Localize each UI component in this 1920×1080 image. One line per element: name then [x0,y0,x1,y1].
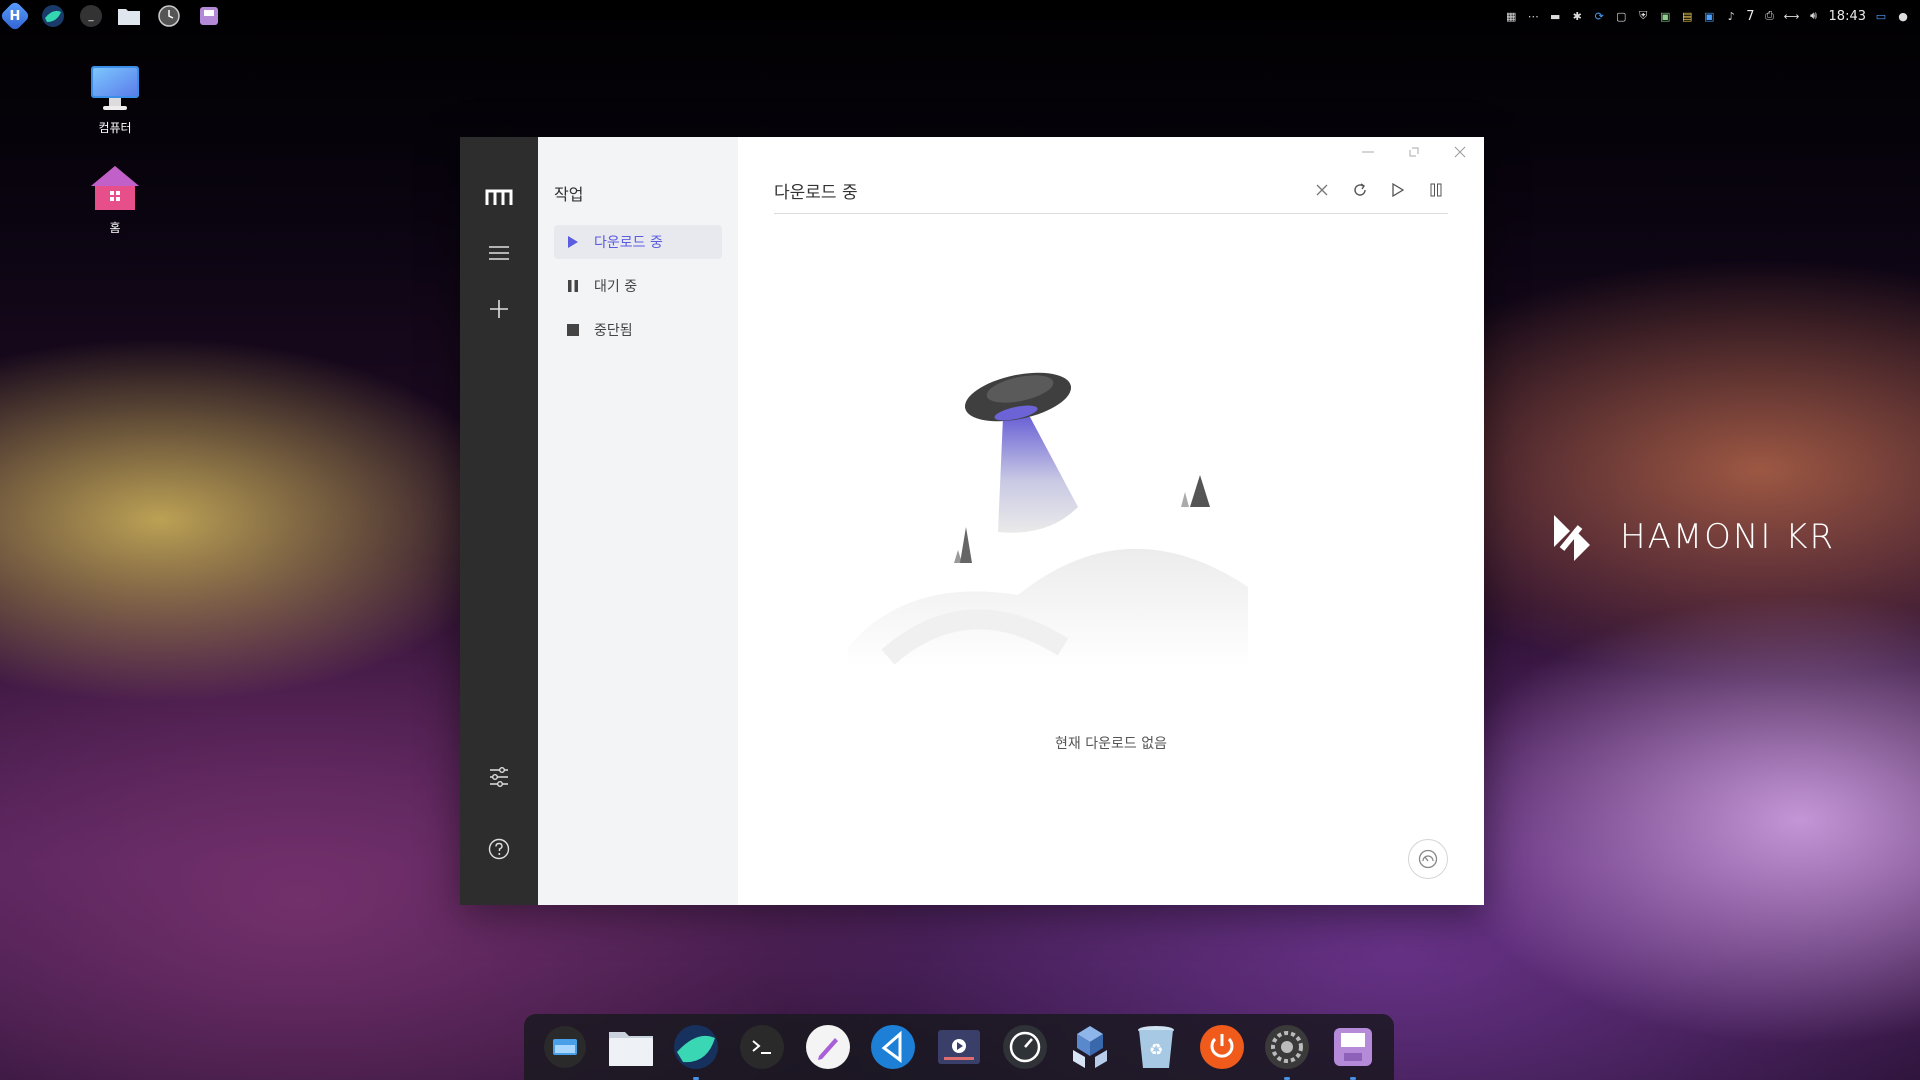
app-logo-icon [479,177,519,217]
whale-browser-icon[interactable] [40,3,66,29]
close-icon [1316,184,1328,196]
more-icon[interactable]: ⋯ [1526,9,1540,23]
menu-icon[interactable] [479,233,519,273]
stop-icon [564,321,582,339]
video-player-icon[interactable] [934,1022,984,1072]
refresh-icon [1354,183,1366,196]
desktop-icon-label: 홈 [109,221,121,235]
clock[interactable]: 18:43 [1829,9,1866,24]
main-header: 다운로드 중 [774,167,1448,214]
chat-icon[interactable]: ▣ [1702,9,1716,23]
notification-count: 7 [1746,8,1755,24]
desktop-icon-label: 컴퓨터 [98,121,132,135]
pause-icon [564,277,582,295]
hamonikr-logo-icon [1554,515,1590,561]
speedometer-icon[interactable] [1000,1022,1050,1072]
settings-icon[interactable] [1262,1022,1312,1080]
disk-icon[interactable] [1328,1022,1378,1080]
preferences-button[interactable] [479,757,519,797]
user-icon[interactable]: ● [1896,9,1910,23]
pause-icon [1430,183,1442,197]
volume-icon[interactable]: 🔊︎ [1807,9,1821,23]
page-title: 다운로드 중 [774,182,858,203]
desktop-icon-home[interactable]: 홈 [75,164,155,236]
play-icon [1392,183,1404,197]
clipboard-icon[interactable]: ▢ [1614,9,1628,23]
top-panel: H _ ▦ ⋯ ▬ ✱ ⟳ ▢ ⛨ ▣ ▤ ▣ ♪ 7 ⎙ ⟷ 🔊︎ 18:43… [0,0,1920,32]
task-actions [1310,178,1448,202]
empty-state-illustration [848,372,1248,667]
files-icon[interactable] [116,3,142,29]
package-icon[interactable] [1065,1022,1115,1072]
note-icon[interactable]: ▤ [1680,9,1694,23]
minimize-icon [1362,151,1374,153]
display-icon[interactable]: ▬ [1548,9,1562,23]
apps-grid-icon[interactable]: ▦ [1504,9,1518,23]
remove-task-button[interactable] [1310,178,1334,202]
sliders-icon [490,767,508,787]
task-sidebar-title: 작업 [554,185,584,204]
terminal-icon[interactable] [737,1022,787,1072]
show-desktop-icon[interactable]: ▭ [1874,9,1888,23]
slack-icon[interactable]: ✱ [1570,9,1584,23]
terminal-icon[interactable]: _ [80,5,102,27]
hamonikr-menu-icon[interactable]: H [0,0,31,32]
main-panel: 다운로드 중 현재 다운로드 없음 [738,137,1484,905]
whale-browser-icon[interactable] [671,1022,721,1080]
trash-icon[interactable]: ♻ [1131,1022,1181,1072]
brand-watermark: HAMONI KR [1540,505,1835,569]
sidebar-item-stopped[interactable]: 중단됨 [554,313,722,347]
maximize-icon [1409,147,1419,157]
home-folder-icon [75,164,155,215]
help-button[interactable] [479,829,519,869]
files-icon[interactable] [606,1022,656,1072]
speedometer-icon [1418,849,1438,869]
close-icon [1454,146,1466,158]
sidebar-item-downloading[interactable]: 다운로드 중 [554,225,722,259]
empty-state-message: 현재 다운로드 없음 [1055,736,1167,752]
disk-icon[interactable] [196,3,222,29]
desktop-icon-computer[interactable]: 컴퓨터 [75,64,155,136]
sync-icon[interactable]: ⟳ [1592,9,1606,23]
computer-icon [75,64,155,115]
plus-icon [490,300,508,318]
download-manager-window: 작업 다운로드 중 대기 중 중단됨 다운로드 중 현재 다운로드 없음 [460,137,1484,905]
system-tray: ▦ ⋯ ▬ ✱ ⟳ ▢ ⛨ ▣ ▤ ▣ ♪ 7 ⎙ ⟷ 🔊︎ 18:43 ▭ ● [1504,9,1920,24]
sidebar-item-label: 다운로드 중 [594,235,663,251]
network-icon[interactable]: ⟷ [1784,9,1800,23]
svg-text:♻: ♻ [1149,1040,1163,1059]
screenshot-icon[interactable] [540,1022,590,1072]
sidebar-item-label: 대기 중 [594,279,638,295]
add-download-button[interactable] [479,289,519,329]
image-icon[interactable]: ▣ [1658,9,1672,23]
refresh-button[interactable] [1348,178,1372,202]
notification-icon[interactable]: ♪ [1724,9,1738,23]
task-sidebar: 작업 다운로드 중 대기 중 중단됨 [538,137,738,905]
minimize-button[interactable] [1354,141,1382,163]
dock: ♻ [524,1014,1394,1080]
pause-all-button[interactable] [1424,178,1448,202]
printer-icon[interactable]: ⎙ [1763,9,1777,23]
text-editor-icon[interactable] [803,1022,853,1072]
sidebar-item-waiting[interactable]: 대기 중 [554,269,722,303]
speed-limit-button[interactable] [1408,839,1448,879]
brand-text: HAMONI KR [1620,517,1836,557]
top-panel-launchers: H _ [0,0,222,32]
app-rail [460,137,538,905]
play-icon [564,233,582,251]
help-icon [488,838,510,860]
window-controls [1354,141,1474,163]
resume-all-button[interactable] [1386,178,1410,202]
sidebar-item-label: 중단됨 [594,323,633,339]
maximize-button[interactable] [1400,141,1428,163]
timeshift-icon[interactable] [156,3,182,29]
vscode-icon[interactable] [868,1022,918,1072]
shield-icon[interactable]: ⛨ [1636,9,1650,23]
power-icon[interactable] [1197,1022,1247,1072]
close-window-button[interactable] [1446,141,1474,163]
